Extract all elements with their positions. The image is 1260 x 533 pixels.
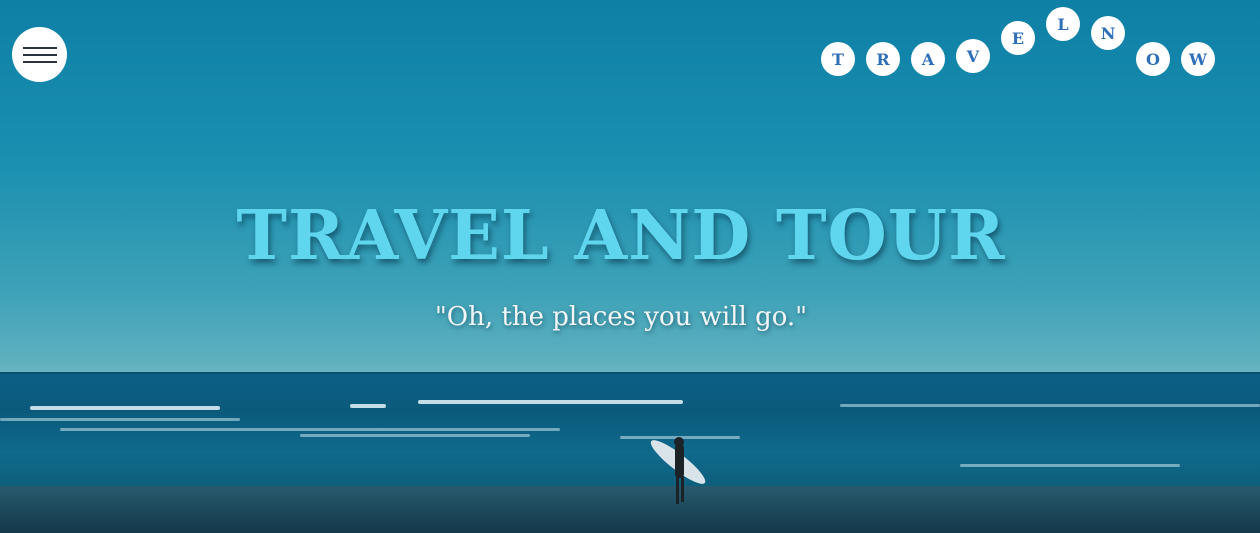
horizon-line xyxy=(0,372,1260,374)
menu-button[interactable] xyxy=(12,27,67,82)
logo-letter: L xyxy=(1046,7,1080,41)
wave-crest xyxy=(840,404,1260,407)
wave-crest xyxy=(350,404,386,408)
logo-letter: A xyxy=(911,42,945,76)
surfer-body xyxy=(675,444,684,478)
surfer-figure xyxy=(650,437,706,504)
wave-crest xyxy=(60,428,560,431)
surfer-leg xyxy=(676,476,679,504)
hamburger-menu-icon-line xyxy=(22,53,57,56)
wave-crest xyxy=(30,406,220,410)
logo-letter: V xyxy=(956,39,990,73)
wave-crest xyxy=(418,400,683,404)
surfer-head xyxy=(674,437,684,447)
hamburger-menu-icon-line xyxy=(22,60,57,63)
hero-subtitle: "Oh, the places you will go." xyxy=(434,302,808,332)
hero-section: T R A V E L N O W TRAVEL AND TOUR "Oh, t… xyxy=(0,0,1260,533)
wave-crest xyxy=(300,434,530,437)
logo-letter: E xyxy=(1001,21,1035,55)
hamburger-menu-icon-line xyxy=(22,46,57,49)
logo-letter: W xyxy=(1181,42,1215,76)
logo-letter: N xyxy=(1091,16,1125,50)
logo-letter: R xyxy=(866,42,900,76)
surfer-leg xyxy=(681,476,684,502)
logo-letter: T xyxy=(821,42,855,76)
wave-crest xyxy=(960,464,1180,467)
hero-title: TRAVEL AND TOUR xyxy=(236,196,1006,276)
wave-crest xyxy=(0,418,240,421)
beach-sand xyxy=(0,486,1260,533)
logo-letter: O xyxy=(1136,42,1170,76)
